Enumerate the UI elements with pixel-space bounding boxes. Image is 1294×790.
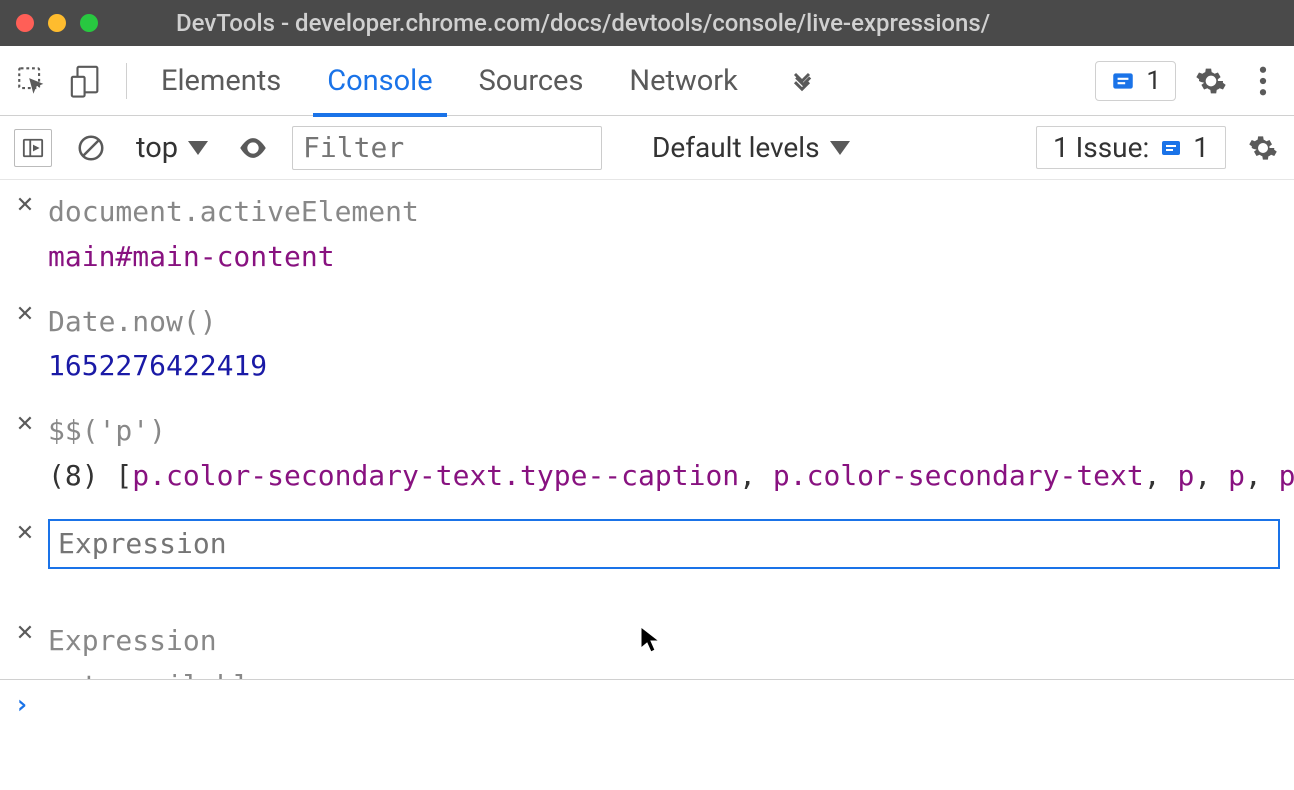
live-expression-row: ✕ document.activeElement main#main-conte…	[0, 180, 1294, 290]
console-toolbar: top Default levels 1 Issue: 1	[0, 116, 1294, 180]
remove-expression-button[interactable]: ✕	[14, 304, 36, 326]
context-label: top	[136, 131, 178, 165]
issues-icon	[1159, 136, 1183, 160]
context-selector[interactable]: top	[130, 131, 214, 165]
inspect-element-icon[interactable]	[14, 63, 50, 99]
live-expression-row: ✕	[0, 509, 1294, 579]
log-levels-selector[interactable]: Default levels	[652, 131, 850, 164]
live-expression-button[interactable]	[234, 129, 272, 167]
remove-expression-button[interactable]: ✕	[14, 413, 36, 435]
live-expression-row: ✕ Expression not available	[0, 609, 1294, 680]
expression-result: not available	[48, 664, 1280, 680]
remove-expression-button[interactable]: ✕	[14, 523, 36, 545]
issue-label: 1 Issue:	[1053, 131, 1149, 164]
more-menu-icon[interactable]	[1246, 64, 1280, 98]
expression-code[interactable]: Date.now()	[48, 300, 1280, 345]
window-title: DevTools - developer.chrome.com/docs/dev…	[176, 9, 990, 37]
log-levels-label: Default levels	[652, 131, 820, 164]
live-expression-row: ✕ Date.now() 1652276422419	[0, 290, 1294, 400]
chevron-down-icon	[188, 141, 208, 155]
close-window-button[interactable]	[16, 14, 34, 32]
minimize-window-button[interactable]	[48, 14, 66, 32]
expression-result[interactable]: 1652276422419	[48, 344, 1280, 389]
settings-gear-icon[interactable]	[1194, 64, 1228, 98]
traffic-lights	[16, 14, 98, 32]
tab-console[interactable]: Console	[323, 46, 436, 116]
clear-console-button[interactable]	[72, 129, 110, 167]
issue-count: 1	[1193, 131, 1209, 164]
device-toolbar-icon[interactable]	[68, 63, 104, 99]
console-prompt[interactable]: ›	[0, 680, 1294, 730]
remove-expression-button[interactable]: ✕	[14, 623, 36, 645]
issues-badge[interactable]: 1	[1095, 61, 1176, 101]
devtools-tabbar: Elements Console Sources Network 1	[0, 46, 1294, 116]
expression-code[interactable]: $$('p')	[48, 409, 1294, 454]
issues-count: 1	[1146, 66, 1161, 96]
console-issue-button[interactable]: 1 Issue: 1	[1036, 126, 1226, 169]
separator	[126, 63, 127, 99]
issues-icon	[1110, 68, 1136, 94]
chevron-down-icon	[830, 141, 850, 155]
tab-network[interactable]: Network	[625, 46, 741, 116]
new-expression-input[interactable]	[48, 519, 1280, 569]
live-expressions-area: ✕ document.activeElement main#main-conte…	[0, 180, 1294, 680]
prompt-caret-icon: ›	[14, 690, 30, 720]
expression-code[interactable]: Expression	[48, 619, 1280, 664]
toggle-sidebar-button[interactable]	[14, 129, 52, 167]
expression-result[interactable]: main#main-content	[48, 235, 1280, 280]
fullscreen-window-button[interactable]	[80, 14, 98, 32]
more-tabs-button[interactable]	[780, 63, 824, 99]
tab-elements[interactable]: Elements	[157, 46, 285, 116]
filter-input[interactable]	[292, 126, 602, 170]
console-settings-icon[interactable]	[1246, 131, 1280, 165]
expression-result[interactable]: (8) [p.color-secondary-text.type--captio…	[48, 454, 1294, 499]
tab-sources[interactable]: Sources	[475, 46, 588, 116]
remove-expression-button[interactable]: ✕	[14, 194, 36, 216]
expression-code[interactable]: document.activeElement	[48, 190, 1280, 235]
live-expression-row: ✕ $$('p') (8) [p.color-secondary-text.ty…	[0, 399, 1294, 509]
window-titlebar: DevTools - developer.chrome.com/docs/dev…	[0, 0, 1294, 46]
